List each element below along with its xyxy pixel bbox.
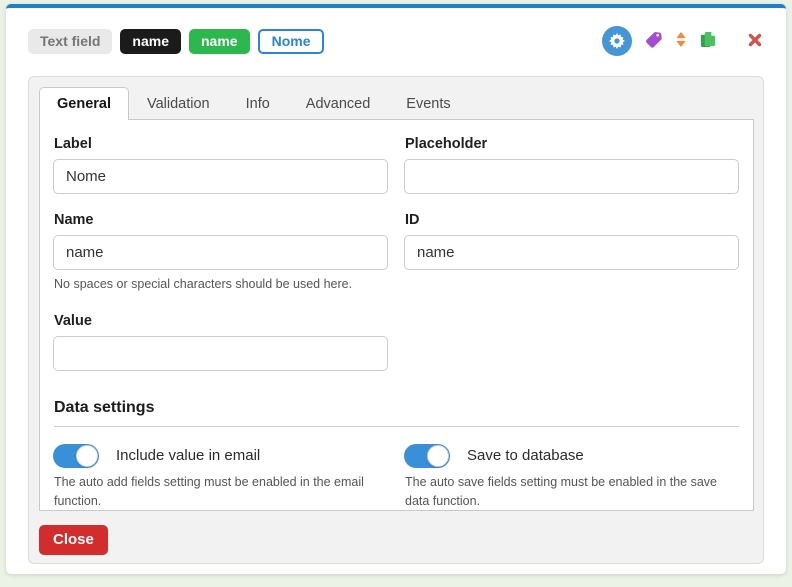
tab-general[interactable]: General bbox=[39, 87, 129, 120]
include-value-in-email-label: Include value in email bbox=[116, 447, 260, 464]
tab-validation[interactable]: Validation bbox=[129, 87, 228, 120]
placeholder-input[interactable] bbox=[404, 159, 739, 194]
tag-button[interactable] bbox=[645, 31, 662, 51]
value-input[interactable] bbox=[53, 336, 388, 371]
duplicate-button[interactable] bbox=[700, 31, 717, 51]
field-name-badge-green: name bbox=[189, 29, 250, 54]
gear-icon bbox=[602, 26, 632, 56]
data-settings-heading: Data settings bbox=[54, 399, 739, 427]
save-to-database-help: The auto save fields setting must be ena… bbox=[405, 473, 739, 511]
tab-panel-general: Label Placeholder Name No spaces or spec… bbox=[39, 120, 754, 511]
field-badges: Text field name name Nome bbox=[28, 29, 324, 54]
name-input[interactable] bbox=[53, 235, 388, 270]
id-field-label: ID bbox=[405, 212, 739, 228]
modal-header: Text field name name Nome bbox=[6, 8, 786, 56]
label-input[interactable] bbox=[53, 159, 388, 194]
header-actions bbox=[602, 26, 762, 56]
label-field-label: Label bbox=[54, 136, 388, 152]
field-name-badge: name bbox=[120, 29, 181, 54]
close-button[interactable]: Close bbox=[39, 525, 108, 555]
tab-advanced[interactable]: Advanced bbox=[288, 87, 389, 120]
tag-icon bbox=[645, 31, 662, 51]
include-value-in-email-help: The auto add fields setting must be enab… bbox=[54, 473, 388, 511]
field-type-badge: Text field bbox=[28, 29, 112, 54]
name-field-label: Name bbox=[54, 212, 388, 228]
move-vertical-icon bbox=[675, 32, 687, 50]
delete-x-icon bbox=[748, 33, 762, 50]
settings-panel: General Validation Info Advanced Events … bbox=[28, 76, 764, 564]
delete-button[interactable] bbox=[748, 33, 762, 50]
settings-button[interactable] bbox=[602, 26, 632, 56]
toggle-knob bbox=[76, 445, 98, 467]
tab-bar: General Validation Info Advanced Events bbox=[39, 87, 754, 120]
save-to-database-toggle[interactable] bbox=[404, 444, 450, 468]
value-field-label: Value bbox=[54, 313, 388, 329]
toggle-knob bbox=[427, 445, 449, 467]
name-help-text: No spaces or special characters should b… bbox=[54, 275, 388, 294]
duplicate-icon bbox=[700, 31, 717, 51]
field-label-badge: Nome bbox=[258, 29, 325, 54]
include-value-in-email-toggle[interactable] bbox=[53, 444, 99, 468]
save-to-database-label: Save to database bbox=[467, 447, 584, 464]
tab-events[interactable]: Events bbox=[388, 87, 468, 120]
placeholder-field-label: Placeholder bbox=[405, 136, 739, 152]
tab-info[interactable]: Info bbox=[228, 87, 288, 120]
field-settings-modal: Text field name name Nome bbox=[6, 4, 786, 574]
move-button[interactable] bbox=[675, 32, 687, 50]
id-input[interactable] bbox=[404, 235, 739, 270]
